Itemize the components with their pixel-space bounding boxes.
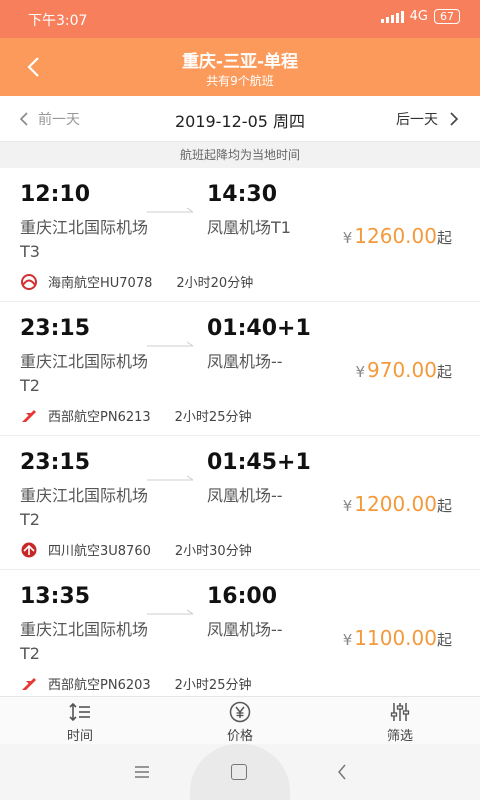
status-icons: 4G 67 [380, 9, 460, 24]
price-amount: 1200.00 [354, 492, 437, 516]
airline-info: 西部航空PN6213 2小时25分钟 [20, 406, 251, 425]
price-suffix: 起 [436, 363, 452, 381]
sort-filter-toolbar: 时间 价格 筛选 [0, 696, 480, 744]
airline-info: 四川航空3U8760 2小时30分钟 [20, 540, 252, 559]
yen-circle-icon [160, 701, 320, 723]
flight-duration: 2小时25分钟 [174, 678, 252, 693]
arrow-right-icon [147, 609, 194, 615]
arrow-right-icon [147, 207, 194, 213]
status-time: 下午3:07 [28, 13, 88, 29]
time-label: 时间 [66, 729, 93, 744]
sort-by-time-button[interactable]: 时间 [0, 697, 160, 744]
currency-symbol: ¥ [355, 363, 365, 381]
prev-day-button[interactable]: 前一天 [20, 109, 80, 129]
arrow-right-icon [147, 341, 194, 347]
price-amount: 970.00 [367, 358, 437, 382]
network-type: 4G [409, 9, 428, 24]
departure-time: 12:10 [20, 182, 91, 207]
airline-flight-no: 海南航空HU7078 [48, 276, 153, 291]
arrival-airport: 凤凰机场-- [207, 486, 283, 505]
departure-airport: 重庆江北国际机场T2 [20, 620, 149, 663]
filter-button[interactable]: 筛选 [320, 697, 480, 744]
status-bar: 下午3:07 4G 67 [0, 0, 480, 38]
filter-label: 筛选 [386, 729, 413, 744]
airline-flight-no: 四川航空3U8760 [48, 544, 151, 559]
price-amount: 1100.00 [354, 626, 437, 650]
system-back-button[interactable] [330, 760, 354, 784]
flight-card[interactable]: 23:15 01:40+1 重庆江北国际机场T2 凤凰机场-- ¥970.00起… [0, 302, 480, 436]
next-day-button[interactable]: 后一天 [396, 109, 458, 129]
home-button[interactable] [231, 764, 247, 780]
currency-symbol: ¥ [342, 497, 353, 515]
departure-airport: 重庆江北国际机场T2 [20, 352, 149, 395]
battery-icon: 67 [434, 9, 460, 24]
header: 重庆-三亚-单程 共有9个航班 [0, 38, 480, 96]
menu-icon [135, 766, 149, 778]
departure-time: 23:15 [20, 450, 91, 475]
chevron-left-icon [20, 112, 28, 126]
flight-card[interactable]: 12:10 14:30 重庆江北国际机场T3 凤凰机场T1 ¥1260.00起 … [0, 168, 480, 302]
arrival-time: 01:40+1 [207, 316, 311, 341]
currency-symbol: ¥ [342, 631, 353, 649]
date-bar: 前一天 2019-12-05 周四 后一天 [0, 96, 480, 142]
flight-duration: 2小时25分钟 [174, 410, 252, 425]
timezone-notice: 航班起降均为当地时间 [0, 142, 480, 168]
west-air-logo-icon [20, 407, 38, 425]
sichuan-airlines-logo-icon [20, 541, 38, 559]
flight-duration: 2小时20分钟 [176, 276, 254, 291]
price: ¥1200.00起 [343, 492, 452, 516]
arrival-airport: 凤凰机场-- [207, 352, 283, 371]
price-amount: 1260.00 [354, 224, 437, 248]
price-suffix: 起 [436, 229, 452, 247]
flight-duration: 2小时30分钟 [174, 544, 252, 559]
next-day-label: 后一天 [396, 112, 438, 128]
price: ¥970.00起 [355, 358, 452, 382]
west-air-logo-icon [20, 675, 38, 693]
chevron-right-icon [450, 112, 458, 126]
airline-info: 海南航空HU7078 2小时20分钟 [20, 272, 253, 291]
airline-flight-no: 西部航空PN6203 [48, 678, 151, 693]
price-suffix: 起 [436, 631, 452, 649]
arrival-airport: 凤凰机场-- [207, 620, 283, 639]
arrival-airport: 凤凰机场T1 [207, 218, 291, 237]
airline-flight-no: 西部航空PN6213 [48, 410, 151, 425]
system-nav-bar [0, 744, 480, 800]
departure-time: 23:15 [20, 316, 91, 341]
price: ¥1260.00起 [343, 224, 452, 248]
sort-by-price-button[interactable]: 价格 [160, 697, 320, 744]
flight-card[interactable]: 23:15 01:45+1 重庆江北国际机场T2 凤凰机场-- ¥1200.00… [0, 436, 480, 570]
airline-info: 西部航空PN6203 2小时25分钟 [20, 674, 251, 693]
flight-count: 共有9个航班 [206, 74, 274, 88]
arrival-time: 14:30 [207, 182, 278, 207]
price-label: 价格 [226, 729, 253, 744]
price-suffix: 起 [436, 497, 452, 515]
departure-time: 13:35 [20, 584, 91, 609]
flight-card[interactable]: 13:35 16:00 重庆江北国际机场T2 凤凰机场-- ¥1100.00起 … [0, 570, 480, 696]
price: ¥1100.00起 [343, 626, 452, 650]
page-title: 重庆-三亚-单程 [181, 52, 299, 72]
menu-button[interactable] [130, 760, 154, 784]
arrow-right-icon [147, 475, 194, 481]
back-chevron-icon [338, 764, 346, 780]
flight-list: 12:10 14:30 重庆江北国际机场T3 凤凰机场T1 ¥1260.00起 … [0, 168, 480, 696]
prev-day-label: 前一天 [38, 112, 80, 128]
signal-icon [380, 10, 404, 23]
arrival-time: 16:00 [207, 584, 278, 609]
currency-symbol: ¥ [342, 229, 353, 247]
arrival-time: 01:45+1 [207, 450, 311, 475]
departure-airport: 重庆江北国际机场T2 [20, 486, 149, 529]
time-sort-icon [0, 701, 160, 723]
hainan-airlines-logo-icon [20, 273, 38, 291]
departure-airport: 重庆江北国际机场T3 [20, 218, 149, 261]
filter-sliders-icon [320, 701, 480, 723]
